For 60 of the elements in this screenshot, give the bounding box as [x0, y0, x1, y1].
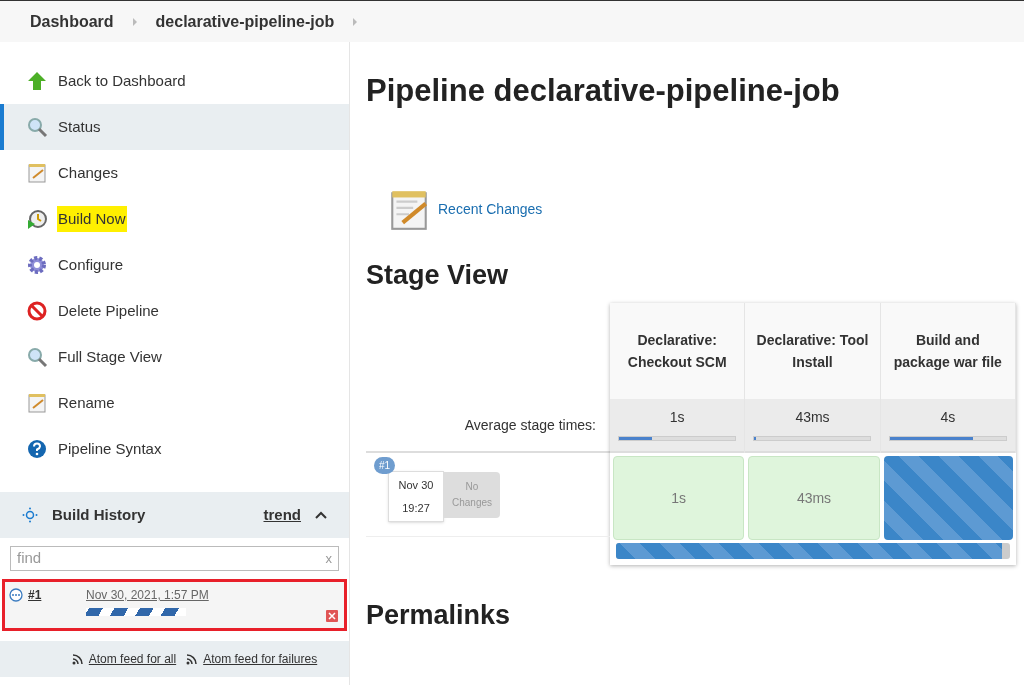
- no-entry-icon: [26, 300, 48, 322]
- gear-icon: [26, 254, 48, 276]
- breadcrumb-link[interactable]: Dashboard: [30, 9, 114, 34]
- sidebar-item[interactable]: Full Stage View: [0, 334, 349, 380]
- sidebar-item[interactable]: Configure: [0, 242, 349, 288]
- rss-icon: [186, 653, 198, 665]
- sidebar-item[interactable]: Rename: [0, 380, 349, 426]
- atom-feed-link[interactable]: Atom feed for all: [71, 650, 177, 668]
- stage-header: Declarative: Tool Install: [745, 303, 880, 399]
- sidebar-item-label: Rename: [57, 392, 116, 413]
- sidebar-item[interactable]: Pipeline Syntax: [0, 426, 349, 472]
- caret-icon: [352, 17, 359, 26]
- average-time: 1s: [669, 408, 685, 427]
- help-icon: [26, 438, 48, 460]
- caret-icon: [131, 17, 138, 26]
- cancel-icon[interactable]: [326, 610, 338, 622]
- build-badge: #1: [374, 457, 396, 474]
- sidebar-item-label: Back to Dashboard: [57, 70, 187, 91]
- sidebar-item[interactable]: Build Now: [0, 196, 349, 242]
- page-title: Pipeline declarative-pipeline-job: [366, 72, 841, 110]
- sidebar-item-label: Build Now: [57, 205, 127, 233]
- stage-result-cell[interactable]: 1s: [613, 456, 745, 540]
- recent-changes-link[interactable]: Recent Changes: [438, 199, 543, 220]
- magnifier-icon: [26, 116, 48, 138]
- build-history-title: Build History: [52, 504, 147, 525]
- sidebar-item-label: Pipeline Syntax: [57, 438, 163, 459]
- notepad-icon: [26, 392, 48, 414]
- average-time: 4s: [940, 408, 956, 427]
- clock-play-icon: [26, 208, 48, 230]
- sidebar-item[interactable]: Delete Pipeline: [0, 288, 349, 334]
- run-date: Nov 30: [398, 478, 434, 493]
- build-number-link[interactable]: #1: [28, 586, 86, 628]
- stage-header: Build and package war file: [880, 303, 1015, 399]
- magnifier-icon: [26, 346, 48, 368]
- build-date-link[interactable]: Nov 30, 2021, 1:57 PM: [86, 586, 209, 604]
- rss-icon: [71, 653, 83, 665]
- stage-header: Declarative: Checkout SCM: [610, 303, 745, 399]
- build-row[interactable]: #1 Nov 30, 2021, 1:57 PM: [2, 579, 347, 631]
- sidebar-item[interactable]: Back to Dashboard: [0, 58, 349, 104]
- sun-icon: [22, 507, 38, 523]
- chevron-up-icon[interactable]: [315, 511, 327, 519]
- average-time: 43ms: [795, 408, 830, 427]
- sidebar-item[interactable]: Changes: [0, 150, 349, 196]
- breadcrumb-link[interactable]: declarative-pipeline-job: [155, 9, 335, 34]
- run-time: 19:27: [402, 500, 430, 516]
- stage-running-cell[interactable]: [883, 456, 1013, 540]
- sidebar-item-label: Status: [57, 116, 102, 137]
- sidebar-item-label: Full Stage View: [57, 346, 163, 367]
- notepad-icon: [26, 162, 48, 184]
- sidebar-item-label: Delete Pipeline: [57, 300, 160, 321]
- section-title: Permalinks: [366, 599, 512, 632]
- trend-link[interactable]: trend: [263, 503, 301, 527]
- sidebar-item-label: Changes: [57, 162, 120, 183]
- stage-result-cell[interactable]: 43ms: [748, 456, 880, 540]
- section-title: Stage View: [366, 258, 510, 292]
- no-changes-label: No Changes: [444, 471, 500, 518]
- sidebar-item-label: Configure: [57, 254, 125, 275]
- sidebar-item[interactable]: Status: [0, 104, 349, 150]
- up-arrow-icon: [26, 70, 48, 92]
- atom-feed-link[interactable]: Atom feed for failures: [186, 650, 318, 668]
